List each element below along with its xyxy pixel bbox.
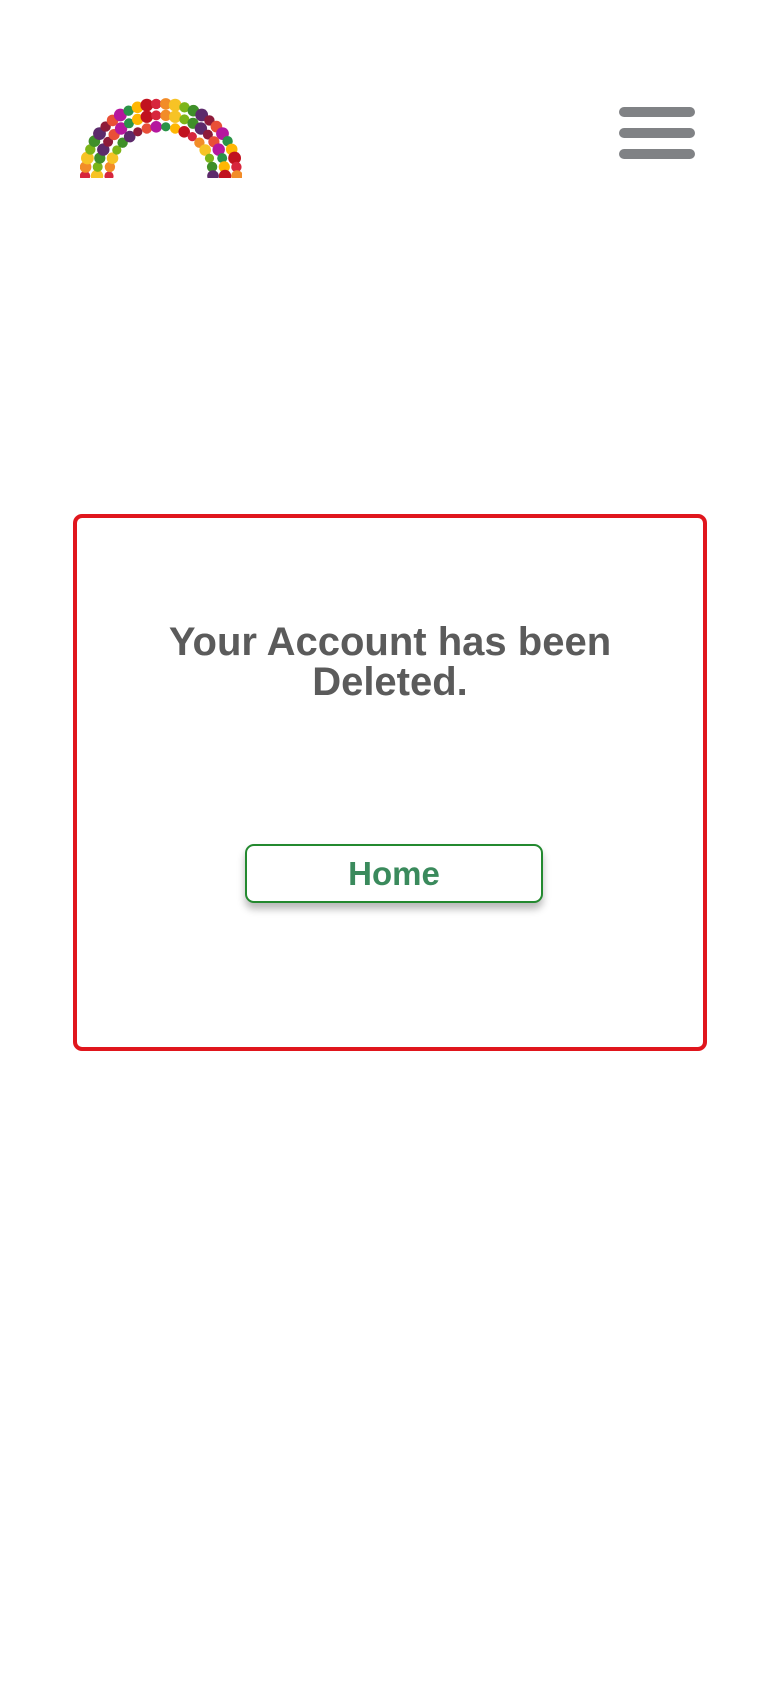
menu-bar-bottom xyxy=(619,149,695,159)
menu-bar-top xyxy=(619,107,695,117)
fruit-dot xyxy=(169,110,182,123)
account-deleted-message: Your Account has been Deleted. xyxy=(168,620,612,704)
fruit-rainbow-logo[interactable] xyxy=(79,78,243,183)
fruit-dot xyxy=(151,98,162,110)
home-button[interactable]: Home xyxy=(245,844,543,903)
account-deleted-card: Your Account has been Deleted. Home xyxy=(73,514,707,1051)
fruit-dot xyxy=(150,121,162,133)
fruit-rainbow-logo-image xyxy=(79,98,243,183)
fruit-dot xyxy=(161,122,171,132)
hamburger-menu-icon[interactable] xyxy=(612,100,698,166)
fruit-dot xyxy=(207,170,219,182)
fruit-dot xyxy=(140,110,153,123)
menu-bar-middle xyxy=(619,128,695,138)
fruit-dot xyxy=(104,171,114,181)
app-header xyxy=(0,0,782,200)
fruit-dot xyxy=(133,127,143,137)
fruit-dot xyxy=(151,110,162,121)
fruit-dot xyxy=(231,170,243,182)
fruit-dot xyxy=(168,98,182,112)
fruit-dot xyxy=(204,153,215,163)
fruit-dot xyxy=(141,123,152,134)
